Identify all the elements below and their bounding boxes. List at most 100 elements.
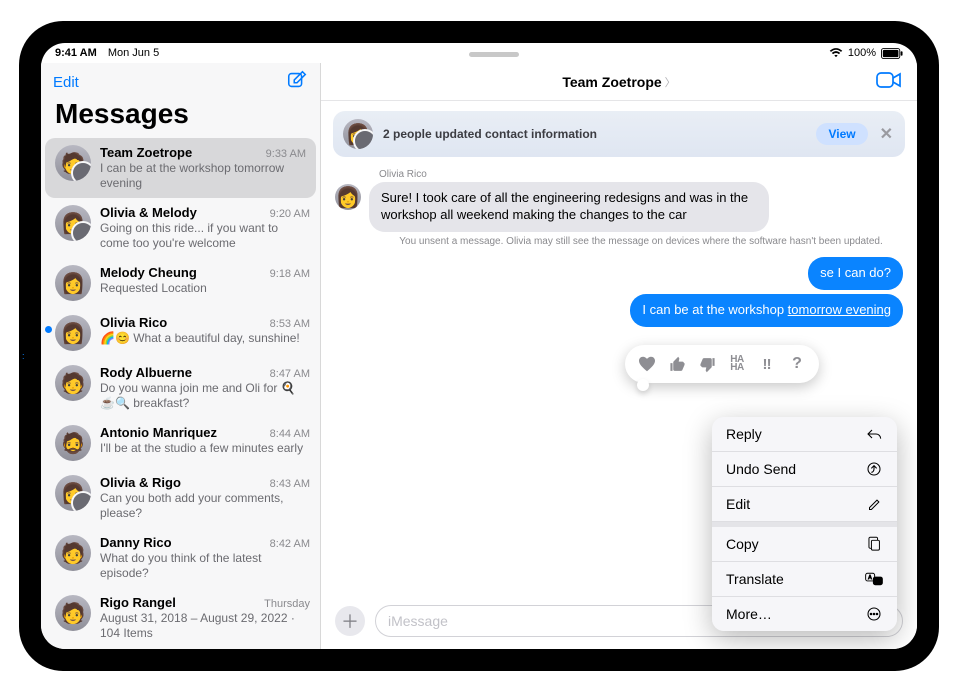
context-label: Translate: [726, 571, 784, 587]
conversation-name: Olivia Rico: [100, 315, 167, 330]
outgoing-partial-row: se I can do?: [335, 257, 903, 290]
conversation-item-olivia-rico[interactable]: 👩 Olivia Rico 8:53 AM 🌈😊 What a beautifu…: [41, 308, 320, 358]
context-label: Copy: [726, 536, 759, 552]
outgoing-link[interactable]: tomorrow evening: [788, 302, 891, 317]
ipad-frame: : 9:41 AM Mon Jun 5 100%: [19, 21, 939, 671]
outgoing-bubble-partial[interactable]: se I can do?: [808, 257, 903, 290]
tapback-question-icon[interactable]: ?: [783, 350, 811, 378]
chevron-right-icon: 〉: [665, 74, 676, 90]
conversation-item-olivia-rigo[interactable]: 👩 Olivia & Rigo 8:43 AM Can you both add…: [41, 468, 320, 528]
conversation-item-olivia-melody[interactable]: 👩 Olivia & Melody 9:20 AM Going on this …: [41, 198, 320, 258]
conversation-name: Danny Rico: [100, 535, 172, 550]
context-item-reply[interactable]: Reply: [712, 417, 897, 452]
context-menu: Reply Undo Send Edit: [712, 417, 897, 631]
app-split: Edit Messages 🧑 Team Zoetrope 9:33 AM: [41, 63, 917, 649]
sidebar-title: Messages: [41, 98, 320, 138]
conversation-item-danny-rico[interactable]: 🧑 Danny Rico 8:42 AM What do you think o…: [41, 528, 320, 588]
context-label: Reply: [726, 426, 762, 442]
unsend-note: You unsent a message. Olivia may still s…: [379, 236, 903, 247]
outgoing-main-row: I can be at the workshop tomorrow evenin…: [335, 294, 903, 327]
tapback-haha-icon[interactable]: HAHA: [723, 350, 751, 378]
status-right: 100%: [829, 47, 903, 59]
conversation-preview: 🌈😊 What a beautiful day, sunshine!: [100, 331, 310, 346]
reply-icon: [865, 427, 883, 441]
banner-text: 2 people updated contact information: [383, 127, 597, 141]
conversation-preview: Can you both add your comments, please?: [100, 491, 310, 521]
outgoing-bubble-main[interactable]: I can be at the workshop tomorrow evenin…: [630, 294, 903, 327]
context-label: Undo Send: [726, 461, 796, 477]
context-item-edit[interactable]: Edit: [712, 487, 897, 522]
conversation-item-rigo-rangel[interactable]: 🧑 Rigo Rangel Thursday August 31, 2018 –…: [41, 588, 320, 648]
conversation-item-melody-cheung[interactable]: 👩 Melody Cheung 9:18 AM Requested Locati…: [41, 258, 320, 308]
banner-view-button[interactable]: View: [816, 123, 867, 145]
status-left: 9:41 AM Mon Jun 5: [55, 47, 159, 59]
conversation-time: Thursday: [264, 598, 310, 610]
avatar: 🧑: [55, 365, 91, 401]
conversation-title: Team Zoetrope: [562, 74, 661, 90]
tapback-bar: HAHA ‼ ?: [625, 345, 819, 383]
battery-text: 100%: [848, 47, 876, 59]
tapback-thumbsdown-icon[interactable]: [693, 350, 721, 378]
contact-update-banner: 👩 2 people updated contact information V…: [333, 111, 905, 157]
context-item-more[interactable]: More…: [712, 597, 897, 631]
chat-body[interactable]: Olivia Rico 👩 Sure! I took care of all t…: [321, 163, 917, 597]
conversation-item-antonio-manriquez[interactable]: 🧔 Antonio Manriquez 8:44 AM I'll be at t…: [41, 418, 320, 468]
translate-icon: A文: [865, 572, 883, 586]
context-item-copy[interactable]: Copy: [712, 527, 897, 562]
facetime-button[interactable]: [875, 69, 903, 96]
conversation-preview: Requested Location: [100, 281, 310, 296]
conversation-list[interactable]: 🧑 Team Zoetrope 9:33 AM I can be at the …: [41, 138, 320, 649]
avatar: 👩: [55, 475, 91, 511]
outgoing-text: I can be at the workshop: [642, 302, 787, 317]
wifi-icon: [829, 48, 843, 58]
unread-dot-icon: [45, 326, 52, 333]
context-label: Edit: [726, 496, 750, 512]
status-bar: 9:41 AM Mon Jun 5 100%: [41, 43, 917, 63]
avatar: 👩: [343, 119, 373, 149]
avatar: 👩: [55, 265, 91, 301]
attach-plus-button[interactable]: ＋: [335, 606, 365, 636]
context-label: More…: [726, 606, 772, 622]
status-date: Mon Jun 5: [108, 47, 159, 59]
context-item-undo-send[interactable]: Undo Send: [712, 452, 897, 487]
sender-name: Olivia Rico: [379, 169, 903, 180]
avatar: 👩: [335, 184, 361, 210]
tapback-thumbsup-icon[interactable]: [663, 350, 691, 378]
pencil-icon: [865, 497, 883, 512]
incoming-bubble[interactable]: Sure! I took care of all the engineering…: [369, 182, 769, 232]
screen: 9:41 AM Mon Jun 5 100% Edit: [41, 43, 917, 649]
conversation-preview: What do you think of the latest episode?: [100, 551, 310, 581]
sidebar-top: Edit: [41, 63, 320, 98]
conversation-header[interactable]: Team Zoetrope 〉: [321, 63, 917, 101]
status-center: [159, 50, 829, 57]
avatar: 🧔: [55, 425, 91, 461]
battery-icon: [881, 48, 903, 59]
conversation-name: Rody Albuerne: [100, 365, 192, 380]
avatar: 👩: [55, 315, 91, 351]
conversation-time: 9:18 AM: [270, 268, 310, 280]
conversation-item-rody-albuerne[interactable]: 🧑 Rody Albuerne 8:47 AM Do you wanna joi…: [41, 358, 320, 418]
banner-close-button[interactable]: ✕: [878, 124, 895, 144]
edit-button[interactable]: Edit: [53, 74, 79, 91]
context-item-translate[interactable]: Translate A文: [712, 562, 897, 597]
conversation-item-team-zoetrope[interactable]: 🧑 Team Zoetrope 9:33 AM I can be at the …: [45, 138, 316, 198]
conversation-time: 8:43 AM: [270, 478, 310, 490]
conversation-preview: Do you wanna join me and Oli for 🍳☕🔍 bre…: [100, 381, 310, 411]
status-time: 9:41 AM: [55, 47, 97, 59]
avatar: 🧑: [55, 535, 91, 571]
conversation-time: 8:44 AM: [270, 428, 310, 440]
conversation-name: Melody Cheung: [100, 265, 197, 280]
tapback-heart-icon[interactable]: [633, 350, 661, 378]
tapback-exclaim-icon[interactable]: ‼: [753, 350, 781, 378]
conversation-preview: Going on this ride... if you want to com…: [100, 221, 310, 251]
conversation-name: Olivia & Rigo: [100, 475, 181, 490]
conversation-time: 9:33 AM: [266, 148, 306, 160]
multitask-handle[interactable]: [469, 52, 519, 57]
sidebar: Edit Messages 🧑 Team Zoetrope 9:33 AM: [41, 63, 321, 649]
conversation-preview: August 31, 2018 – August 29, 2022 · 104 …: [100, 611, 310, 641]
avatar: 🧑: [55, 595, 91, 631]
side-mark: :: [22, 351, 25, 361]
conversation-panel: Team Zoetrope 〉 👩 2 people updated conta…: [321, 63, 917, 649]
compose-button[interactable]: [286, 69, 308, 96]
incoming-message-row: 👩 Sure! I took care of all the engineeri…: [335, 182, 903, 232]
